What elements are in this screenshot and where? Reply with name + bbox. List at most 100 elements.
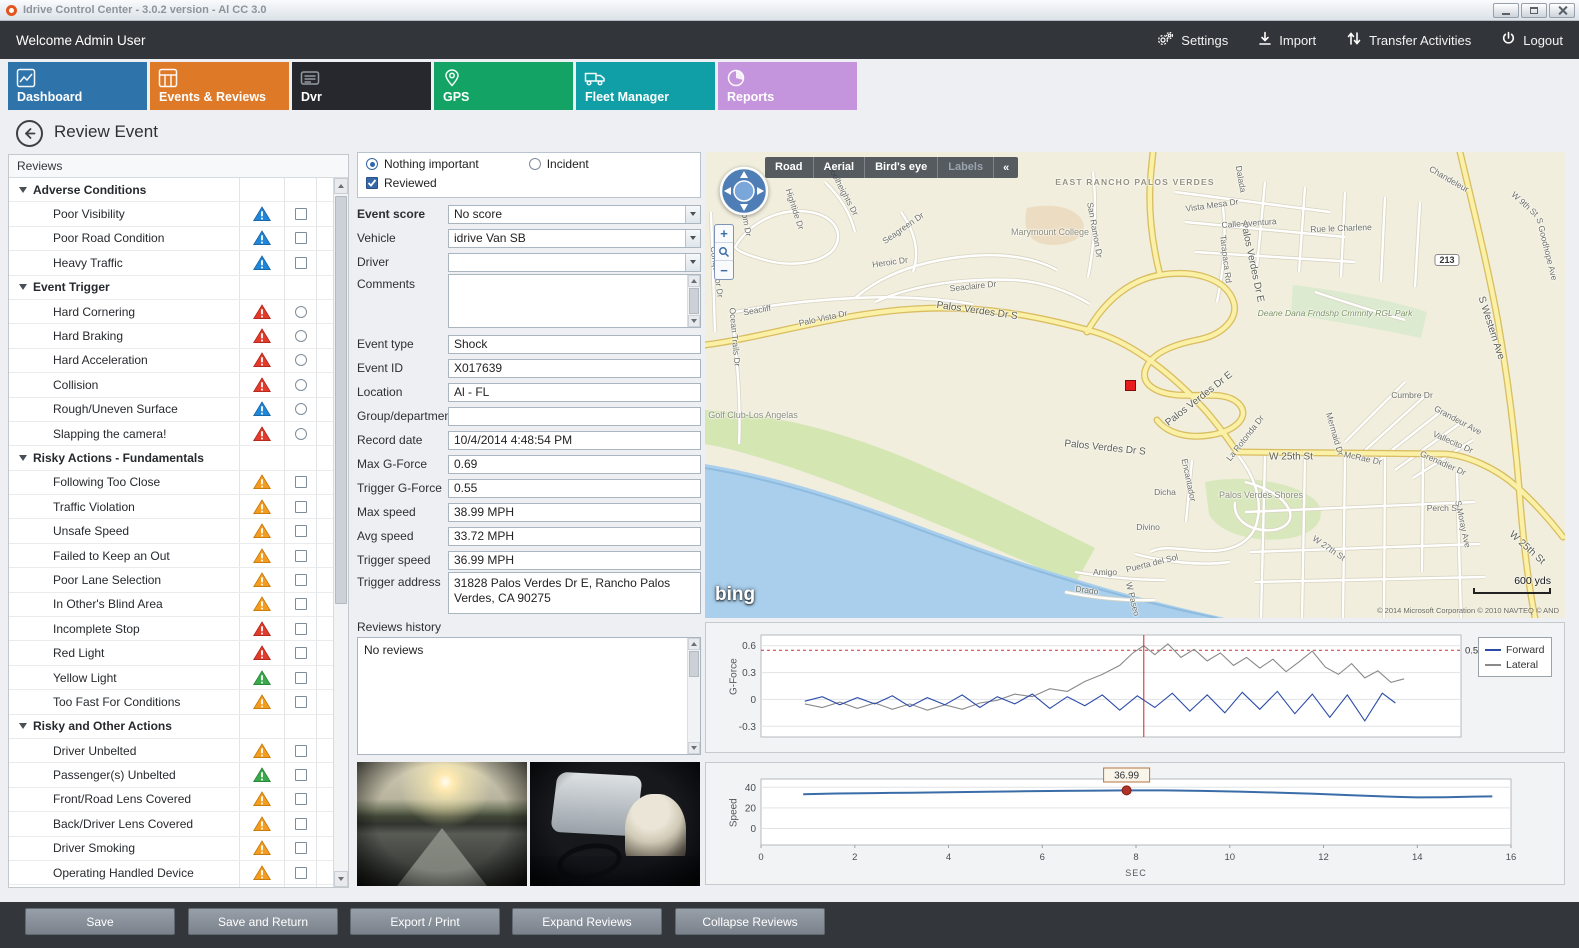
- tree-item-hard-braking[interactable]: Hard Braking: [9, 324, 333, 348]
- front-camera-thumbnail[interactable]: [357, 762, 527, 886]
- map-view-aerial[interactable]: Aerial: [814, 157, 866, 178]
- checkbox-driver-unbelted[interactable]: [295, 745, 307, 757]
- field-location[interactable]: Al - FL: [448, 383, 701, 402]
- back-button[interactable]: [16, 120, 43, 147]
- tree-item-poor-lane-selection[interactable]: Poor Lane Selection: [9, 568, 333, 592]
- expander-icon[interactable]: [19, 284, 27, 290]
- tree-item-rough-uneven-surface[interactable]: Rough/Uneven Surface: [9, 398, 333, 422]
- collapse-reviews-button[interactable]: Collapse Reviews: [675, 908, 825, 935]
- field-vehicle[interactable]: idrive Van SB: [448, 229, 701, 248]
- scroll-down-icon[interactable]: [688, 742, 700, 754]
- event-location-marker[interactable]: [1125, 380, 1136, 391]
- tab-dashboard[interactable]: Dashboard: [8, 62, 147, 110]
- tree-item-hard-cornering[interactable]: Hard Cornering: [9, 300, 333, 324]
- cabin-camera-thumbnail[interactable]: [530, 762, 700, 886]
- checkbox-passenger-s-unbelted[interactable]: [295, 769, 307, 781]
- radio-slapping-the-camera[interactable]: [295, 428, 307, 440]
- scroll-up-icon[interactable]: [688, 275, 700, 287]
- checkbox-in-other-s-blind-area[interactable]: [295, 598, 307, 610]
- field-group-department[interactable]: [448, 407, 701, 426]
- tree-item-poor-visibility[interactable]: Poor Visibility: [9, 202, 333, 226]
- checkbox-following-too-close[interactable]: [295, 476, 307, 488]
- radio-hard-acceleration[interactable]: [295, 354, 307, 366]
- checkbox-heavy-traffic[interactable]: [295, 257, 307, 269]
- checkbox-poor-visibility[interactable]: [295, 208, 307, 220]
- close-button[interactable]: [1549, 3, 1575, 18]
- field-max-speed[interactable]: 38.99 MPH: [448, 503, 701, 522]
- tree-group-event-trigger[interactable]: Event Trigger: [9, 276, 333, 300]
- tree-item-row[interactable]: [9, 885, 333, 887]
- expander-icon[interactable]: [19, 455, 27, 461]
- field-avg-speed[interactable]: 33.72 MPH: [448, 527, 701, 546]
- reviewed-checkbox[interactable]: Reviewed: [366, 176, 437, 190]
- tab-events-reviews[interactable]: Events & Reviews: [150, 62, 289, 110]
- tree-item-red-light[interactable]: Red Light: [9, 641, 333, 665]
- tree-item-back-driver-lens-covered[interactable]: Back/Driver Lens Covered: [9, 812, 333, 836]
- header-action-transfer-activities[interactable]: Transfer Activities: [1346, 31, 1471, 49]
- zoom-in-button[interactable]: +: [715, 225, 733, 243]
- field-comments[interactable]: [448, 274, 701, 328]
- radio-hard-braking[interactable]: [295, 330, 307, 342]
- bing-map[interactable]: EAST RANCHO PALOS VERDESMarymount Colleg…: [705, 152, 1565, 618]
- expand-reviews-button[interactable]: Expand Reviews: [512, 908, 662, 935]
- map-compass-control[interactable]: [717, 164, 771, 223]
- checkbox-front-road-lens-covered[interactable]: [295, 793, 307, 805]
- checkbox-too-fast-for-conditions[interactable]: [295, 696, 307, 708]
- tree-item-poor-road-condition[interactable]: Poor Road Condition: [9, 227, 333, 251]
- tab-dvr[interactable]: Dvr: [292, 62, 431, 110]
- radio-collision[interactable]: [295, 379, 307, 391]
- tree-item-heavy-traffic[interactable]: Heavy Traffic: [9, 251, 333, 275]
- checkbox-back-driver-lens-covered[interactable]: [295, 818, 307, 830]
- tab-gps[interactable]: GPS: [434, 62, 573, 110]
- tree-item-failed-to-keep-an-out[interactable]: Failed to Keep an Out: [9, 544, 333, 568]
- tab-reports[interactable]: Reports: [718, 62, 857, 110]
- header-action-settings[interactable]: Settings: [1157, 31, 1228, 50]
- checkbox-failed-to-keep-an-out[interactable]: [295, 550, 307, 562]
- tree-item-driver-smoking[interactable]: Driver Smoking: [9, 837, 333, 861]
- minimize-button[interactable]: [1493, 3, 1519, 18]
- tree-item-in-other-s-blind-area[interactable]: In Other's Blind Area: [9, 593, 333, 617]
- header-action-import[interactable]: Import: [1258, 31, 1316, 49]
- tree-item-hard-acceleration[interactable]: Hard Acceleration: [9, 349, 333, 373]
- tree-item-collision[interactable]: Collision: [9, 373, 333, 397]
- tree-group-risky-actions-fundamentals[interactable]: Risky Actions - Fundamentals: [9, 446, 333, 470]
- export-print-button[interactable]: Export / Print: [350, 908, 500, 935]
- field-event-id[interactable]: X017639: [448, 359, 701, 378]
- field-event-score[interactable]: No score: [448, 205, 701, 224]
- reviews-history-list[interactable]: No reviews: [357, 637, 701, 755]
- tree-item-operating-handled-device[interactable]: Operating Handled Device: [9, 861, 333, 885]
- checkbox-poor-lane-selection[interactable]: [295, 574, 307, 586]
- radio-hard-cornering[interactable]: [295, 306, 307, 318]
- map-collapse-button[interactable]: «: [994, 162, 1018, 174]
- expander-icon[interactable]: [19, 187, 27, 193]
- checkbox-red-light[interactable]: [295, 647, 307, 659]
- scroll-up-icon[interactable]: [334, 178, 348, 194]
- zoom-out-button[interactable]: −: [715, 261, 733, 279]
- field-event-type[interactable]: Shock: [448, 335, 701, 354]
- field-trigger-g-force[interactable]: 0.55: [448, 479, 701, 498]
- classification-radio-incident[interactable]: Incident: [529, 157, 589, 171]
- textarea-scrollbar[interactable]: [687, 275, 700, 327]
- tree-item-passenger-s-unbelted[interactable]: Passenger(s) Unbelted: [9, 763, 333, 787]
- tree-item-slapping-the-camera[interactable]: Slapping the camera!: [9, 422, 333, 446]
- tree-group-adverse-conditions[interactable]: Adverse Conditions: [9, 178, 333, 202]
- tree-item-driver-unbelted[interactable]: Driver Unbelted: [9, 739, 333, 763]
- magnifier-icon[interactable]: [715, 243, 733, 261]
- header-action-logout[interactable]: Logout: [1501, 31, 1563, 49]
- expander-icon[interactable]: [19, 723, 27, 729]
- checkbox-unsafe-speed[interactable]: [295, 525, 307, 537]
- save-button[interactable]: Save: [25, 908, 175, 935]
- tree-item-unsafe-speed[interactable]: Unsafe Speed: [9, 519, 333, 543]
- radio-rough-uneven-surface[interactable]: [295, 403, 307, 415]
- field-trigger-speed[interactable]: 36.99 MPH: [448, 551, 701, 570]
- map-view-road[interactable]: Road: [765, 157, 814, 178]
- field-driver[interactable]: [448, 253, 701, 272]
- map-view-bird-s-eye[interactable]: Bird's eye: [865, 157, 938, 178]
- maximize-button[interactable]: [1521, 3, 1547, 18]
- classification-radio-nothing-important[interactable]: Nothing important: [366, 157, 479, 171]
- checkbox-yellow-light[interactable]: [295, 672, 307, 684]
- field-max-g-force[interactable]: 0.69: [448, 455, 701, 474]
- tree-item-traffic-violation[interactable]: Traffic Violation: [9, 495, 333, 519]
- checkbox-traffic-violation[interactable]: [295, 501, 307, 513]
- checkbox-incomplete-stop[interactable]: [295, 623, 307, 635]
